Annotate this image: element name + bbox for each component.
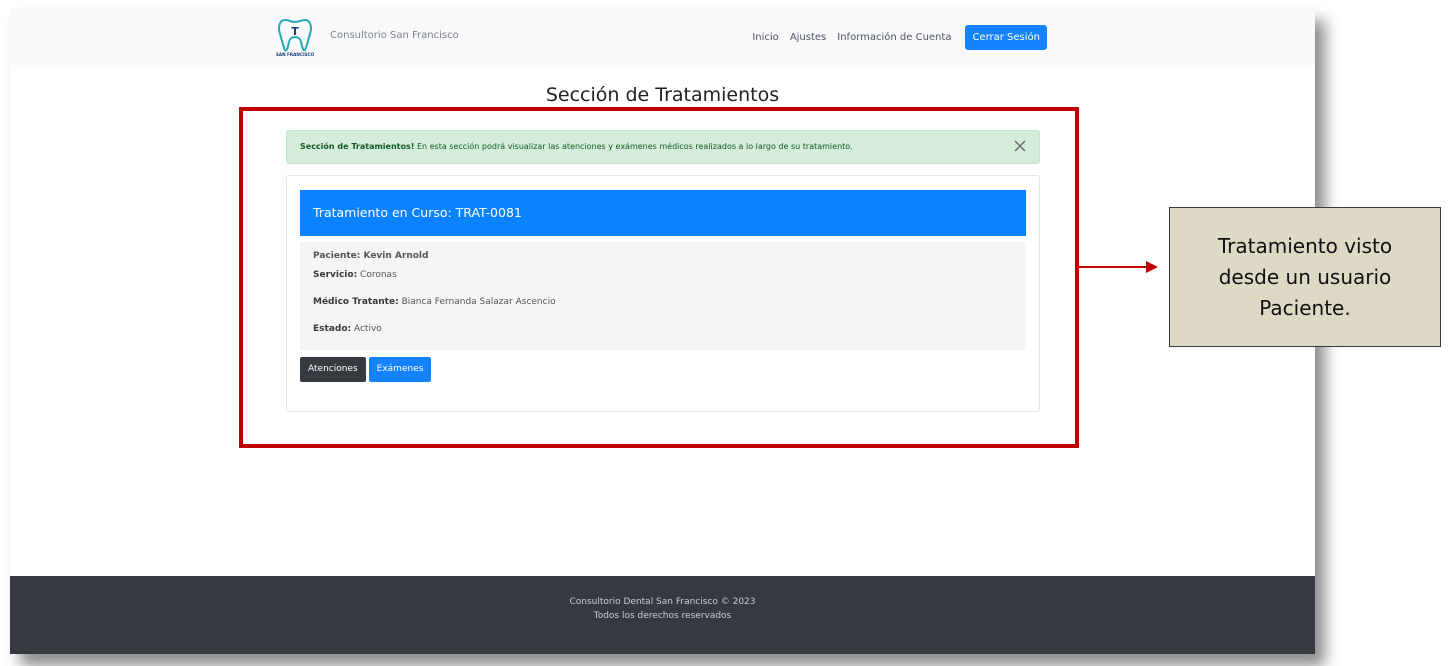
tooth-logo-icon[interactable]: T SAN FRANCISCO	[275, 16, 315, 60]
annotation-highlight-box	[239, 107, 1079, 448]
logo-letter: T	[291, 25, 299, 38]
nav-link-informacion-cuenta[interactable]: Información de Cuenta	[837, 32, 951, 43]
annotation-arrow-line	[1079, 266, 1147, 268]
nav-links: Inicio Ajustes Información de Cuenta Cer…	[752, 25, 1047, 50]
nav-link-inicio[interactable]: Inicio	[752, 32, 778, 43]
annotation-callout: Tratamiento visto desde un usuario Pacie…	[1169, 207, 1441, 347]
brand-name[interactable]: Consultorio San Francisco	[330, 30, 459, 41]
logout-button[interactable]: Cerrar Sesión	[965, 25, 1047, 50]
footer-copyright: Consultorio Dental San Francisco © 2023	[569, 597, 756, 607]
logo-text: SAN FRANCISCO	[276, 52, 315, 57]
arrow-right-icon	[1146, 261, 1158, 273]
navbar: T SAN FRANCISCO Consultorio San Francisc…	[10, 8, 1315, 65]
nav-link-ajustes[interactable]: Ajustes	[790, 32, 826, 43]
footer-rights: Todos los derechos reservados	[593, 611, 732, 621]
footer: Consultorio Dental San Francisco © 2023 …	[10, 576, 1315, 654]
stage: T SAN FRANCISCO Consultorio San Francisc…	[0, 0, 1448, 666]
page-title: Sección de Tratamientos	[545, 84, 780, 106]
